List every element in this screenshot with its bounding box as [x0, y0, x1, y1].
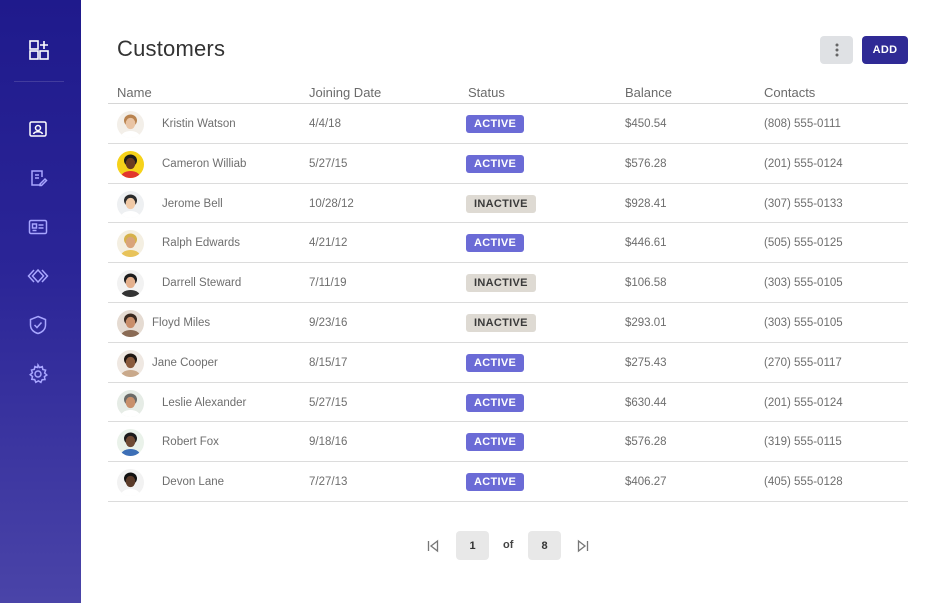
joining-date: 5/27/15: [309, 396, 348, 409]
more-options-button[interactable]: [820, 36, 853, 64]
contact-phone: (270) 555-0117: [764, 356, 842, 369]
status-badge: ACTIVE: [466, 473, 525, 492]
joining-date: 7/27/13: [309, 476, 348, 489]
status-badge: INACTIVE: [466, 313, 536, 332]
status-badge: ACTIVE: [466, 393, 525, 412]
table-row[interactable]: Cameron Williab 5/27/15 $576.28 (201) 555-0…: [108, 144, 908, 184]
balance: $576.28: [625, 436, 667, 449]
contact-phone: (303) 555-0105: [764, 316, 843, 329]
balance: $446.61: [625, 237, 667, 250]
avatar: [117, 230, 144, 258]
vertical-dots-icon: [835, 43, 838, 57]
table-row[interactable]: Darrell Steward 7/11/19 $106.58 (303) 555-0…: [108, 263, 908, 303]
id-card-icon[interactable]: [27, 216, 49, 238]
balance: $630.44: [625, 396, 667, 409]
status-badge: ACTIVE: [466, 234, 525, 253]
column-header-name[interactable]: Name: [117, 85, 152, 100]
avatar: [117, 150, 144, 178]
table-row[interactable]: Floyd Miles 9/23/16 $293.01 (303) 555-0105 I…: [108, 303, 908, 343]
page-title: Customers: [117, 36, 226, 61]
dashboard-add-icon[interactable]: [27, 35, 54, 62]
status-badge: ACTIVE: [466, 433, 525, 452]
customer-name: Floyd Miles: [152, 316, 211, 329]
joining-date: 10/28/12: [309, 197, 354, 210]
status-badge: ACTIVE: [466, 154, 525, 173]
avatar: [117, 111, 144, 138]
main-content: Customers ADD Name Joining Date Status B…: [81, 0, 935, 603]
joining-date: 7/11/19: [309, 277, 347, 290]
contact-phone: (505) 555-0125: [764, 237, 843, 250]
balance: $275.43: [625, 356, 667, 369]
avatar: [117, 270, 144, 298]
customer-name: Ralph Edwards: [162, 237, 240, 250]
contact-phone: (303) 555-0105: [764, 277, 843, 290]
joining-date: 4/21/12: [309, 237, 348, 250]
document-edit-icon[interactable]: [27, 167, 49, 189]
contact-phone: (319) 555-0115: [764, 436, 842, 449]
joining-date: 4/4/18: [309, 118, 341, 130]
customer-name: Leslie Alexander: [162, 396, 247, 409]
customer-name: Devon Lane: [162, 476, 225, 489]
joining-date: 9/18/16: [309, 436, 348, 449]
pagination: 1 of 8: [81, 531, 935, 561]
status-badge: ACTIVE: [466, 353, 525, 372]
table-row[interactable]: Devon Lane 7/27/13 $406.27 (405) 555-0128 AC…: [108, 462, 908, 502]
customer-name: Cameron Williab: [162, 157, 247, 170]
contact-phone: (808) 555-0111: [764, 118, 841, 130]
table-row[interactable]: Ralph Edwards 4/21/12 $446.61 (505) 555-012…: [108, 223, 908, 264]
current-page[interactable]: 1: [456, 531, 489, 560]
joining-date: 9/23/16: [309, 316, 348, 329]
column-header-balance[interactable]: Balance: [625, 85, 672, 100]
avatar: [117, 309, 144, 337]
avatar: [117, 190, 144, 218]
contact-phone: (201) 555-0124: [764, 157, 843, 170]
balance: $406.27: [625, 476, 667, 489]
column-header-joining-date[interactable]: Joining Date: [309, 85, 381, 100]
gear-icon[interactable]: [27, 363, 49, 385]
total-pages[interactable]: 8: [528, 531, 561, 560]
balance: $293.01: [625, 316, 667, 329]
column-header-contacts[interactable]: Contacts: [764, 85, 815, 100]
add-button[interactable]: ADD: [862, 36, 908, 64]
balance: $106.58: [625, 277, 667, 290]
balance: $928.41: [625, 197, 667, 210]
contact-phone: (405) 555-0128: [764, 476, 843, 489]
balance: $450.54: [625, 118, 667, 130]
sidebar-divider: [14, 81, 64, 82]
joining-date: 5/27/15: [309, 157, 348, 170]
status-badge: ACTIVE: [466, 115, 525, 133]
table-row[interactable]: Robert Fox 9/18/16 $576.28 (319) 555-0115 AC…: [108, 422, 908, 463]
last-page-icon[interactable]: [576, 539, 590, 553]
customer-name: Jerome Bell: [162, 197, 223, 210]
table-row[interactable]: Jane Cooper 8/15/17 $275.43 (270) 555-0117 A…: [108, 343, 908, 383]
page-of-label: of: [503, 539, 514, 551]
joining-date: 8/15/17: [309, 356, 348, 369]
shield-check-icon[interactable]: [27, 314, 49, 336]
table-header: Name Joining Date Status Balance Contact…: [108, 85, 908, 104]
status-badge: INACTIVE: [466, 274, 536, 293]
table-row[interactable]: Kristin Watson 4/4/18 $450.54 (808) 555-011…: [108, 104, 908, 144]
code-diamond-icon[interactable]: [27, 265, 49, 287]
avatar: [117, 469, 144, 497]
contact-card-icon[interactable]: [27, 118, 49, 140]
customer-name: Kristin Watson: [162, 118, 236, 130]
contact-phone: (307) 555-0133: [764, 197, 843, 210]
customer-name: Jane Cooper: [152, 356, 218, 369]
avatar: [117, 349, 144, 377]
customer-name: Darrell Steward: [162, 277, 242, 290]
status-badge: INACTIVE: [466, 194, 536, 213]
table-row[interactable]: Jerome Bell 10/28/12 $928.41 (307) 555-0133…: [108, 184, 908, 224]
avatar: [117, 429, 144, 457]
table-body: Kristin Watson 4/4/18 $450.54 (808) 555-011…: [108, 104, 908, 502]
contact-phone: (201) 555-0124: [764, 396, 843, 409]
avatar: [117, 389, 144, 417]
first-page-icon[interactable]: [426, 539, 440, 553]
balance: $576.28: [625, 157, 667, 170]
column-header-status[interactable]: Status: [468, 85, 505, 100]
sidebar: [0, 0, 81, 603]
table-row[interactable]: Leslie Alexander 5/27/15 $630.44 (201) 555-…: [108, 383, 908, 423]
customer-name: Robert Fox: [162, 436, 219, 449]
